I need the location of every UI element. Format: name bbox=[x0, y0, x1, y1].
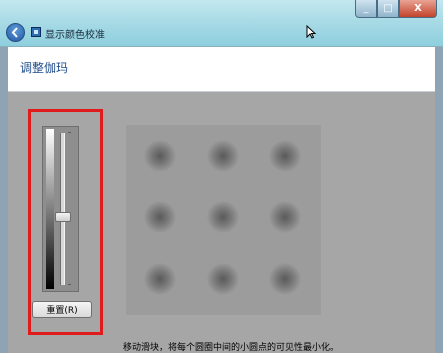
gamma-dot bbox=[269, 201, 301, 233]
gamma-dot bbox=[207, 140, 239, 172]
window-frame-right bbox=[435, 47, 443, 353]
gamma-slider-thumb[interactable] bbox=[55, 212, 71, 223]
back-arrow-icon bbox=[11, 27, 18, 38]
brightness-gradient-bar bbox=[46, 129, 54, 289]
gamma-test-pattern bbox=[126, 125, 321, 315]
gamma-dot bbox=[144, 201, 176, 233]
window-title: 显示颜色校准 bbox=[45, 30, 105, 41]
gamma-dot bbox=[144, 140, 176, 172]
window-controls: _ □ X bbox=[355, 0, 437, 18]
gamma-dot bbox=[269, 263, 301, 295]
back-button[interactable] bbox=[6, 23, 25, 42]
app-icon bbox=[31, 27, 41, 37]
close-button[interactable]: X bbox=[399, 0, 437, 18]
title-bar: _ □ X 显示颜色校准 bbox=[0, 0, 443, 47]
gamma-dot bbox=[144, 263, 176, 295]
page-title: 调整伽玛 bbox=[20, 61, 69, 75]
page-header: 调整伽玛 bbox=[8, 47, 435, 92]
gamma-dot bbox=[207, 263, 239, 295]
gamma-dot bbox=[207, 201, 239, 233]
reset-button[interactable]: 重置(R) bbox=[32, 301, 92, 318]
mouse-cursor-icon bbox=[306, 25, 316, 39]
slider-bottom-tick bbox=[68, 284, 71, 285]
maximize-button[interactable]: □ bbox=[377, 0, 399, 18]
instructions-text: 移动滑块，将每个圆圈中间的小圆点的可见性最小化。 bbox=[123, 343, 340, 353]
gamma-dot bbox=[269, 140, 301, 172]
gamma-slider-track[interactable] bbox=[60, 133, 65, 285]
gamma-slider-panel bbox=[42, 126, 79, 292]
minimize-button[interactable]: _ bbox=[355, 0, 377, 18]
slider-top-tick bbox=[68, 132, 71, 133]
window-frame-left bbox=[0, 47, 8, 353]
